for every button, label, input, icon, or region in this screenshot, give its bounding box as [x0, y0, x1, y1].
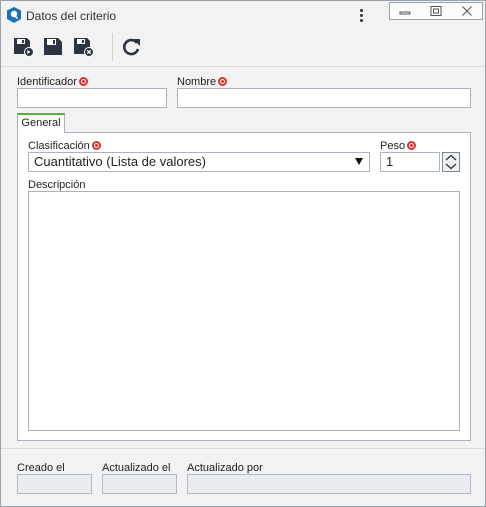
minimize-icon — [399, 11, 411, 15]
chevron-down-icon — [445, 163, 457, 170]
clasificacion-selected-value: Cuantitativo (Lista de valores) — [34, 154, 206, 169]
window-title: Datos del criterio — [26, 9, 117, 23]
required-icon — [91, 141, 101, 150]
save-and-new-icon — [14, 38, 34, 57]
descripcion-textarea[interactable] — [28, 191, 460, 431]
creado-el-field — [17, 474, 92, 494]
save-icon — [44, 38, 62, 55]
save-button[interactable] — [41, 35, 65, 59]
close-icon — [462, 6, 472, 16]
actualizado-el-label: Actualizado el — [102, 462, 171, 474]
peso-field[interactable]: 1 — [380, 152, 440, 172]
tab-general[interactable]: General — [17, 113, 65, 133]
save-and-close-button[interactable] — [71, 35, 95, 59]
clasificacion-label-text: Clasificación — [28, 140, 90, 152]
dropdown-arrow-icon — [355, 158, 363, 165]
stepper-up-button[interactable] — [443, 153, 459, 162]
peso-label-text: Peso — [380, 140, 406, 152]
save-and-close-icon — [74, 38, 94, 57]
required-icon — [218, 77, 228, 86]
save-and-new-button[interactable] — [11, 35, 35, 59]
actualizado-por-label: Actualizado por — [187, 462, 263, 474]
restore-icon — [430, 6, 442, 16]
title-bar: Datos del criterio — [1, 1, 485, 29]
app-logo-icon — [7, 7, 21, 23]
peso-label: Peso — [380, 140, 417, 152]
actualizado-el-field — [102, 474, 177, 494]
stepper-down-button[interactable] — [443, 162, 459, 171]
nombre-label: Nombre — [177, 76, 228, 88]
nombre-label-text: Nombre — [177, 76, 217, 88]
clasificacion-select[interactable]: Cuantitativo (Lista de valores) — [28, 152, 370, 172]
toolbar-divider — [112, 33, 113, 61]
required-icon — [407, 141, 417, 150]
more-vertical-icon[interactable] — [354, 6, 368, 24]
descripcion-label: Descripción — [28, 179, 86, 191]
required-icon — [78, 77, 88, 86]
identificador-label: Identificador — [17, 76, 88, 88]
chevron-up-icon — [445, 154, 457, 161]
minimize-button[interactable] — [390, 3, 420, 19]
close-button[interactable] — [452, 3, 482, 19]
window-controls — [389, 2, 483, 20]
identificador-label-text: Identificador — [17, 76, 77, 88]
restore-button[interactable] — [421, 3, 451, 19]
refresh-button[interactable] — [119, 35, 143, 59]
identificador-field[interactable] — [17, 88, 167, 108]
actualizado-por-field — [187, 474, 471, 494]
toolbar — [1, 29, 485, 67]
clasificacion-label: Clasificación — [28, 140, 101, 152]
nombre-field[interactable] — [177, 88, 471, 108]
criteria-dialog: Datos del criterio Identificador Nombre … — [0, 0, 486, 507]
creado-el-label: Creado el — [17, 462, 65, 474]
footer-divider — [1, 448, 485, 449]
refresh-icon — [123, 38, 140, 56]
peso-stepper — [442, 152, 460, 172]
